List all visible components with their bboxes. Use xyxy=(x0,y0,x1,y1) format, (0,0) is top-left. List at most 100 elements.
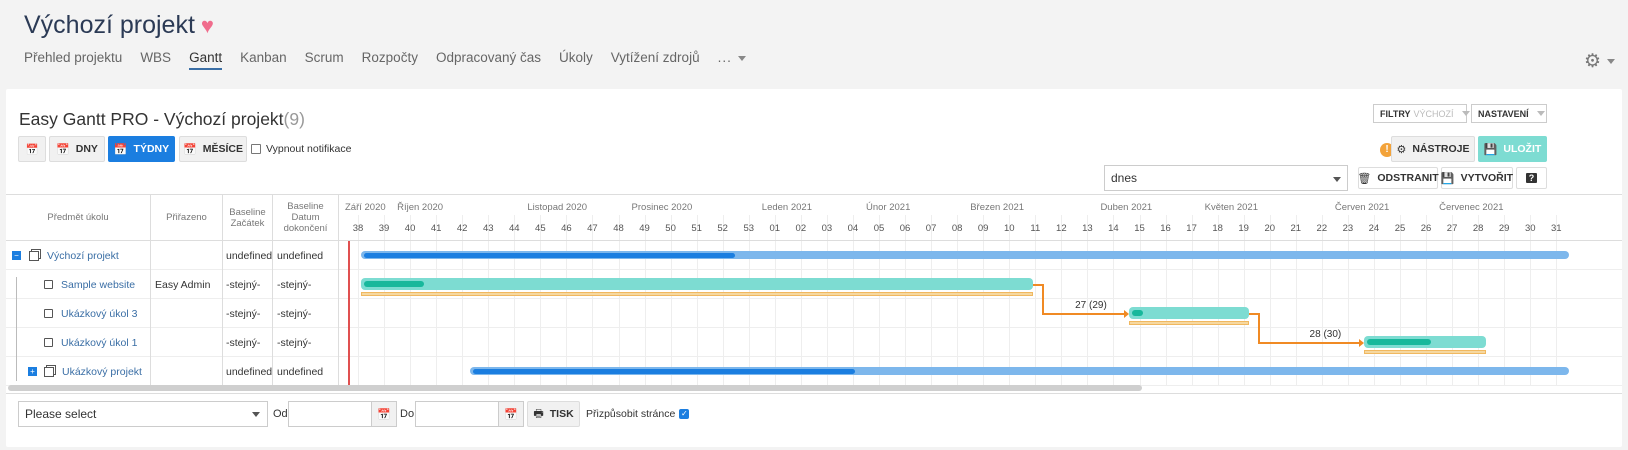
floppy-icon: 💾 xyxy=(1440,172,1455,185)
notify-checkbox[interactable]: Vypnout notifikace xyxy=(251,143,351,155)
month-label: Červenec 2021 xyxy=(1439,202,1504,213)
cell-assigned: Easy Admin xyxy=(151,270,223,299)
tab-0[interactable]: Přehled projektu xyxy=(24,50,122,70)
weeks-button[interactable]: 📅 TÝDNY xyxy=(108,136,175,162)
project-select[interactable]: Please select xyxy=(18,401,268,427)
relation-label: 28 (30) xyxy=(1309,329,1342,340)
week-label: 24 xyxy=(1368,223,1380,234)
relation-arrow xyxy=(1124,310,1130,318)
tab-7[interactable]: Úkoly xyxy=(559,50,593,70)
cell-subject: − Výchozí projekt xyxy=(6,241,151,270)
week-label: 53 xyxy=(743,223,755,234)
week-label: 41 xyxy=(430,223,442,234)
month-label: Březen 2021 xyxy=(970,202,1025,213)
task-icon xyxy=(44,338,53,347)
collapse-icon[interactable]: − xyxy=(12,251,21,260)
task-name-link[interactable]: Ukázkový úkol 1 xyxy=(61,337,137,349)
week-label: 50 xyxy=(665,223,676,234)
week-label: 26 xyxy=(1420,223,1432,234)
month-label: Prosinec 2020 xyxy=(631,202,693,213)
week-label: 38 xyxy=(352,223,364,234)
print-button[interactable]: 🖶 TISK xyxy=(527,401,580,427)
from-date-input[interactable] xyxy=(288,401,372,427)
tab-1[interactable]: WBS xyxy=(140,50,171,70)
gear-icon[interactable]: ⚙ xyxy=(1584,50,1616,73)
project-title: Výchozí projekt ♥ xyxy=(24,11,222,40)
calendar-button[interactable]: 📅 xyxy=(18,136,46,162)
cell-subject: + Ukázkový projekt xyxy=(6,357,151,386)
task-name-link[interactable]: Ukázkový projekt xyxy=(62,366,142,378)
calendar-icon: 📅 xyxy=(113,143,128,156)
tree-line xyxy=(16,277,17,381)
today-select[interactable]: dnes xyxy=(1104,165,1348,191)
month-label: Červen 2021 xyxy=(1334,202,1390,213)
cell-subject: Sample website xyxy=(6,270,151,299)
week-label: 06 xyxy=(899,223,911,234)
from-label: Od xyxy=(273,408,288,420)
project-nav: Přehled projektu WBS Gantt Kanban Scrum Rozpo… xyxy=(24,50,764,70)
remove-button[interactable]: 🗑 ODSTRANIT xyxy=(1357,167,1439,189)
week-label: 01 xyxy=(769,223,781,234)
days-button[interactable]: 📅 DNY xyxy=(49,136,105,162)
cell-assigned xyxy=(151,299,223,328)
week-label: 27 xyxy=(1446,223,1458,234)
cell-assigned xyxy=(151,241,223,270)
column-header-subject[interactable]: Předmět úkolu xyxy=(6,195,151,241)
week-label: 09 xyxy=(977,223,989,234)
relation-line xyxy=(1041,313,1126,315)
cell-subject: Ukázkový úkol 3 xyxy=(6,299,151,328)
calendar-icon[interactable]: 📅 xyxy=(371,401,397,427)
task-bar[interactable] xyxy=(360,278,1033,290)
week-label: 20 xyxy=(1264,223,1276,234)
week-label: 51 xyxy=(691,223,702,234)
column-header-baseline-end[interactable]: Baseline Datum dokončení xyxy=(273,195,339,241)
week-label: 21 xyxy=(1290,223,1302,234)
create-button[interactable]: 💾 VYTVOŘIT xyxy=(1441,167,1513,189)
relation-arrow xyxy=(1358,339,1364,347)
task-name-link[interactable]: Ukázkový úkol 3 xyxy=(61,308,137,320)
week-label: 28 xyxy=(1472,223,1484,234)
tools-button[interactable]: ⚙ NÁSTROJE xyxy=(1391,136,1475,162)
cell-baseline-start: -stejný- xyxy=(223,299,273,328)
tab-6[interactable]: Odpracovaný čas xyxy=(436,50,541,70)
months-button[interactable]: 📅 MĚSÍCE xyxy=(179,136,247,162)
week-label: 45 xyxy=(535,223,546,234)
floppy-icon: 💾 xyxy=(1483,143,1498,156)
fit-page-checkbox[interactable]: Přizpůsobit stránce ✓ xyxy=(586,408,690,420)
tab-2[interactable]: Gantt xyxy=(189,50,223,70)
task-name-link[interactable]: Sample website xyxy=(61,279,135,291)
month-label: Leden 2021 xyxy=(761,202,812,213)
settings-dropdown[interactable]: NASTAVENÍ xyxy=(1471,104,1547,123)
project-icon xyxy=(29,250,39,261)
gantt-title: Easy Gantt PRO - Výchozí projekt(9) xyxy=(19,109,305,129)
heart-icon[interactable]: ♥ xyxy=(201,15,222,37)
column-header-assigned[interactable]: Přiřazeno xyxy=(151,195,223,241)
week-label: 49 xyxy=(639,223,650,234)
task-icon xyxy=(44,280,53,289)
save-button[interactable]: 💾 ULOŽIT xyxy=(1478,136,1547,162)
relation-label: 27 (29) xyxy=(1075,300,1107,311)
cell-assigned xyxy=(151,328,223,357)
cell-baseline-end: undefined xyxy=(273,357,339,386)
calendar-icon[interactable]: 📅 xyxy=(498,401,524,427)
week-label: 44 xyxy=(509,223,520,234)
tab-5[interactable]: Rozpočty xyxy=(362,50,418,70)
expand-icon[interactable]: + xyxy=(28,367,37,376)
filters-dropdown[interactable]: FILTRY VÝCHOZÍ xyxy=(1373,104,1470,123)
horizontal-scrollbar[interactable] xyxy=(8,385,1142,391)
task-name-link[interactable]: Výchozí projekt xyxy=(47,250,119,262)
tab-3[interactable]: Kanban xyxy=(240,50,287,70)
tab-8[interactable]: Vytížení zdrojů xyxy=(611,50,700,70)
more-tabs-button[interactable]: ... xyxy=(718,50,746,70)
cell-baseline-start: undefined xyxy=(223,241,273,270)
week-label: 16 xyxy=(1160,223,1171,234)
week-label: 10 xyxy=(1003,223,1015,234)
column-header-baseline-start[interactable]: Baseline Začátek xyxy=(223,195,273,241)
help-button[interactable]: ? xyxy=(1516,167,1547,189)
task-bar[interactable] xyxy=(1129,307,1249,319)
month-label: Listopad 2020 xyxy=(527,202,588,213)
to-date-input[interactable] xyxy=(415,401,499,427)
tab-4[interactable]: Scrum xyxy=(305,50,344,70)
relation-line xyxy=(1257,313,1260,342)
calendar-icon: 📅 xyxy=(56,143,70,156)
